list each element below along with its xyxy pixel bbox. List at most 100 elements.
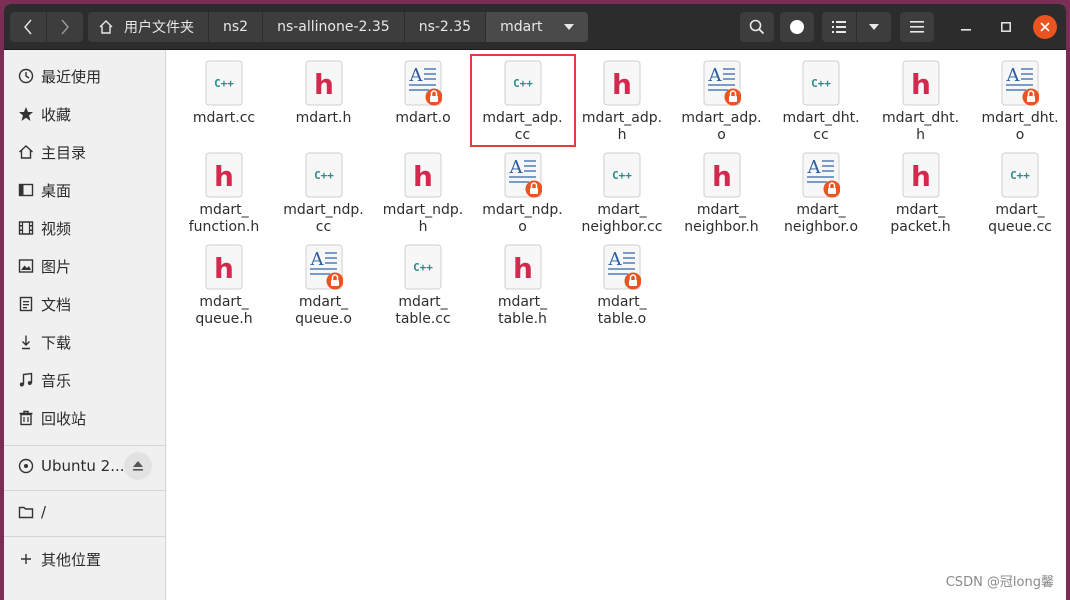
star-icon	[18, 106, 34, 122]
file-item[interactable]: Amdart_dht. o	[970, 60, 1066, 144]
document-icon	[18, 296, 34, 312]
folder-icon	[18, 504, 34, 520]
file-item[interactable]: h mdart_adp. h	[572, 60, 672, 144]
sidebar-item-desktop[interactable]: 桌面	[4, 172, 166, 208]
sidebar-item-pictures[interactable]: 图片	[4, 248, 166, 284]
sidebar-item-documents[interactable]: 文档	[4, 286, 166, 322]
file-item[interactable]: C++ mdart_ndp. cc	[274, 152, 374, 236]
list-view-button[interactable]	[822, 12, 856, 42]
breadcrumb-label: ns-allinone-2.35	[277, 19, 390, 35]
disc-icon	[18, 458, 34, 474]
header-file-icon: h	[404, 152, 442, 198]
file-item[interactable]: h mdart_ndp. h	[373, 152, 473, 236]
file-item[interactable]: C++ mdart.cc	[174, 60, 274, 127]
breadcrumb-label: ns2	[223, 19, 249, 35]
svg-text:A: A	[409, 65, 424, 86]
object-file-locked-icon: A	[1001, 60, 1040, 106]
svg-text:h: h	[214, 160, 234, 193]
file-name-line: mdart_dht.	[981, 110, 1059, 126]
file-name-line: neighbor.o	[783, 219, 859, 235]
breadcrumb-label: 用户文件夹	[124, 20, 194, 36]
breadcrumb-home[interactable]: 用户文件夹	[88, 12, 209, 42]
file-name-line: mdart_	[398, 294, 448, 310]
file-name-line: mdart_dht.	[881, 110, 960, 126]
view-options-button[interactable]	[857, 12, 891, 42]
breadcrumb: 用户文件夹 ns2 ns-allinone-2.35 ns-2.35 mdart	[88, 12, 589, 42]
list-icon	[832, 21, 846, 33]
back-button[interactable]	[10, 12, 46, 42]
cpp-file-icon: C++	[603, 152, 641, 198]
header-file-icon: h	[205, 152, 243, 198]
file-name-line: mdart_ndp.	[482, 202, 563, 218]
sidebar-item-label: 下载	[41, 333, 72, 352]
sidebar-item-videos[interactable]: 视频	[4, 210, 166, 246]
file-item[interactable]: h mdart_dht. h	[871, 60, 971, 144]
maximize-button[interactable]	[994, 15, 1018, 39]
file-item[interactable]: C++ mdart_ neighbor.cc	[572, 152, 672, 236]
sidebar-divider	[4, 536, 166, 537]
maximize-icon	[1001, 22, 1011, 32]
file-name-line: mdart.h	[295, 110, 352, 126]
breadcrumb-ns2[interactable]: ns2	[209, 12, 264, 42]
sidebar-item-recent[interactable]: 最近使用	[4, 58, 166, 94]
svg-text:A: A	[608, 249, 623, 270]
sidebar-item-home[interactable]: 主目录	[4, 134, 166, 170]
breadcrumb-ns-235[interactable]: ns-2.35	[404, 12, 487, 42]
sidebar-item-root[interactable]: /	[4, 494, 166, 530]
file-grid: CSDN @冠long馨 C++ mdart.cc h mdart.h Amdart.o…	[167, 50, 1066, 600]
sidebar-item-label: 最近使用	[41, 67, 102, 86]
sidebar-item-label: 文档	[41, 295, 72, 314]
file-item[interactable]: Amdart_ neighbor.o	[771, 152, 871, 236]
sidebar-item-trash[interactable]: 回收站	[4, 400, 166, 436]
svg-text:C++: C++	[1010, 169, 1030, 182]
file-item[interactable]: Amdart_ queue.o	[274, 244, 374, 328]
file-name-line: mdart_	[995, 202, 1045, 218]
main-menu-button[interactable]	[900, 12, 934, 42]
sidebar-item-downloads[interactable]: 下载	[4, 324, 166, 360]
file-item[interactable]: C++ mdart_ table.cc	[373, 244, 473, 328]
sidebar-item-label: Ubuntu 2...	[41, 457, 125, 475]
file-item[interactable]: h mdart_ function.h	[174, 152, 274, 236]
file-name-line: queue.h	[195, 311, 253, 327]
breadcrumb-mdart[interactable]: mdart	[486, 12, 589, 42]
operations-button[interactable]	[780, 12, 814, 42]
file-item[interactable]: h mdart_ queue.h	[174, 244, 274, 328]
cpp-file-icon: C++	[205, 60, 243, 106]
file-name-line: neighbor.cc	[581, 219, 663, 235]
file-item[interactable]: h mdart.h	[274, 60, 374, 127]
search-button[interactable]	[740, 12, 774, 42]
svg-text:C++: C++	[612, 169, 632, 182]
file-item[interactable]: Amdart.o	[373, 60, 473, 127]
file-item[interactable]: h mdart_ neighbor.h	[672, 152, 772, 236]
header-file-icon: h	[205, 244, 243, 290]
eject-button[interactable]	[124, 452, 152, 480]
file-name: mdart_dht. o	[972, 110, 1066, 144]
object-file-locked-icon: A	[404, 60, 443, 106]
file-item[interactable]: C++ mdart_dht. cc	[771, 60, 871, 144]
file-name: mdart_ neighbor.cc	[574, 202, 670, 236]
sidebar-item-device[interactable]: Ubuntu 2...	[4, 448, 166, 484]
cpp-file-icon: C++	[802, 60, 840, 106]
sidebar-item-other-locations[interactable]: 其他位置	[4, 541, 166, 577]
desktop-icon	[18, 182, 34, 198]
file-name: mdart_adp. o	[674, 110, 770, 144]
sidebar-item-music[interactable]: 音乐	[4, 362, 166, 398]
file-item[interactable]: h mdart_ table.h	[473, 244, 573, 328]
file-manager-window: 用户文件夹 ns2 ns-allinone-2.35 ns-2.35 mdart	[4, 4, 1066, 600]
file-name: mdart_ queue.o	[276, 294, 372, 328]
minimize-button[interactable]	[954, 15, 978, 39]
svg-text:A: A	[1006, 65, 1021, 86]
file-item[interactable]: Amdart_ndp. o	[473, 152, 573, 236]
forward-button[interactable]	[47, 12, 83, 42]
file-item[interactable]: C++ mdart_ queue.cc	[970, 152, 1066, 236]
sidebar-item-starred[interactable]: 收藏	[4, 96, 166, 132]
highlight-box	[469, 54, 576, 147]
file-item[interactable]: Amdart_adp. o	[672, 60, 772, 144]
svg-text:h: h	[413, 160, 433, 193]
close-button[interactable]	[1033, 15, 1057, 39]
file-item[interactable]: Amdart_ table.o	[572, 244, 672, 328]
breadcrumb-ns-allinone[interactable]: ns-allinone-2.35	[263, 12, 405, 42]
svg-text:h: h	[612, 68, 632, 101]
watermark: CSDN @冠long馨	[945, 575, 1054, 590]
file-item[interactable]: h mdart_ packet.h	[871, 152, 971, 236]
